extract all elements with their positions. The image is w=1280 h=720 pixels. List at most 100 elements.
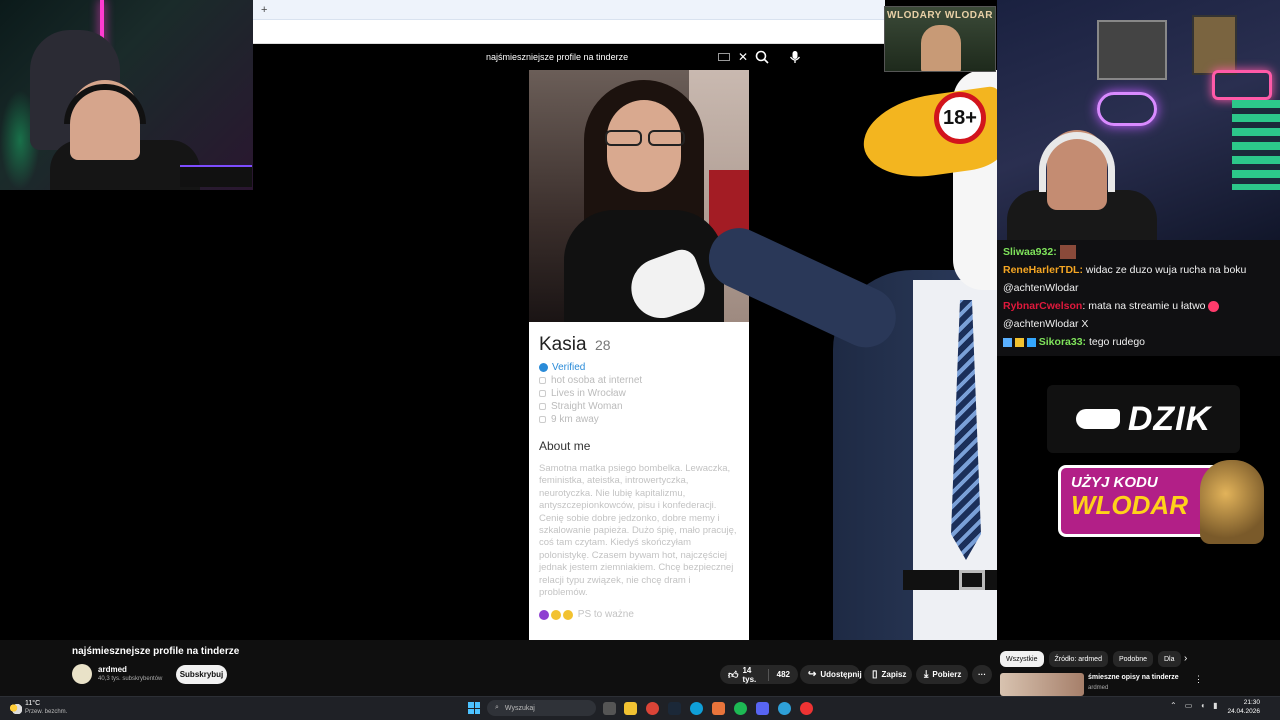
profile-name: Kasia — [539, 334, 587, 355]
share-button[interactable]: ↪ Udostępnij — [800, 665, 862, 684]
keyboard-icon[interactable] — [718, 53, 730, 61]
info-line: hot osoba at internet — [539, 375, 739, 386]
money-emoji-icon — [551, 609, 561, 620]
briefcase-icon — [539, 377, 546, 384]
share-icon: ↪ — [808, 669, 817, 680]
share-label: Udostępnij — [820, 670, 862, 679]
download-icon: ⤓ — [924, 669, 929, 680]
home-icon — [539, 390, 546, 397]
chevron-right-icon[interactable]: › — [1184, 653, 1187, 664]
app-icon[interactable] — [712, 702, 725, 715]
channel-avatar[interactable] — [72, 664, 92, 684]
dislike-count[interactable]: 482 — [777, 670, 790, 679]
chat-message: RybnarCwelson: mata na streamie u łatwo — [1003, 297, 1274, 315]
edge-icon[interactable] — [690, 702, 703, 715]
chat-username: RybnarCwelson — [1003, 300, 1083, 312]
recommendation-title[interactable]: śmieszne opisy na tinderze — [1088, 674, 1179, 681]
chrome-icon[interactable] — [646, 702, 659, 715]
browser-toolbar: + — [253, 0, 885, 44]
chat-message: @achtenWlodar X — [1003, 315, 1274, 333]
tinder-profile-card: Kasia 28 Verified hot osoba at internet … — [529, 70, 749, 640]
keyboard — [180, 165, 252, 187]
dzik-logo-text: DZIK — [1127, 399, 1212, 438]
save-button[interactable]: ▯ Zapisz — [864, 665, 912, 684]
neon-house-icon — [1212, 70, 1272, 100]
network-icon[interactable]: ▭ — [1185, 701, 1193, 710]
kebab-menu-icon[interactable]: ⋮ — [1194, 674, 1203, 685]
search-query: najśmieszniejsze profile na tinderze — [486, 52, 629, 62]
chat-text: @achtenWlodar X — [1003, 318, 1089, 330]
footer-note: PS to ważne — [577, 609, 634, 621]
windows-taskbar: 11°C Przew. bezchm. ⌕ Wyszukaj ⌃ ▭ ◖ ▮ 2… — [0, 696, 1280, 720]
task-view-icon[interactable] — [603, 702, 616, 715]
search-icon[interactable] — [753, 48, 771, 66]
chat-username: Sikora33: — [1038, 336, 1087, 348]
chat-message: ReneHarlerTDL: widac ze duzo wuja rucha … — [1003, 261, 1274, 297]
angel-emoji-icon — [563, 609, 573, 620]
weather-icon[interactable] — [8, 702, 22, 714]
video-player[interactable]: Kasia 28 Verified hot osoba at internet … — [253, 70, 997, 640]
banner-figure — [921, 25, 961, 71]
chevron-up-icon[interactable]: ⌃ — [1170, 701, 1177, 710]
weather-temperature[interactable]: 11°C — [25, 700, 40, 707]
verified-badge: Verified — [539, 362, 739, 373]
about-text: Samotna matka psiego bombelka. Lewaczka,… — [539, 463, 737, 599]
person-icon — [539, 403, 546, 410]
spotify-icon[interactable] — [734, 702, 747, 715]
file-explorer-icon[interactable] — [624, 702, 637, 715]
tab-strip: + — [253, 0, 885, 20]
speaker-icon[interactable]: ◖ — [1200, 701, 1205, 710]
age-restriction-badge: 18+ — [934, 92, 986, 144]
bookmark-icon: ▯ — [872, 669, 878, 680]
verified-label: Verified — [552, 362, 586, 373]
obs-icon[interactable] — [800, 702, 813, 715]
info-text: Straight Woman — [551, 401, 623, 412]
like-count: 14 tys. — [742, 665, 757, 684]
search-icon: ⌕ — [495, 704, 499, 711]
boar-icon — [1075, 409, 1120, 429]
about-title: About me — [539, 439, 591, 453]
dzik-logo: DZIK — [1047, 385, 1240, 453]
channel-name[interactable]: ardmed — [98, 665, 127, 674]
chip-for-you[interactable]: Dla — [1158, 651, 1181, 667]
discord-icon[interactable] — [756, 702, 769, 715]
browser-icon[interactable] — [778, 702, 791, 715]
chip-all[interactable]: Wszystkie — [1000, 651, 1044, 667]
banner-text: WLODARY WLODAR — [887, 10, 993, 21]
emote-icon — [1059, 245, 1076, 260]
chip-source[interactable]: Źródło: ardmed — [1048, 651, 1108, 667]
chip-similar[interactable]: Podobne — [1112, 651, 1153, 667]
weather-description[interactable]: Przew. bezchm. — [25, 709, 67, 715]
stream-chat: Sliwaa932: ReneHarlerTDL: widac ze duzo … — [997, 240, 1280, 356]
profile-age: 28 — [594, 337, 611, 353]
headset-icon — [1039, 132, 1115, 192]
chat-text: : mata na streamie u łatwo — [1082, 300, 1206, 312]
recommendation-thumbnail[interactable] — [1000, 673, 1084, 696]
devil-emoji-icon — [539, 609, 549, 620]
chat-username: Sliwaa932: — [1003, 246, 1057, 258]
heart-emote-icon — [1208, 300, 1220, 312]
system-tray: ⌃ ▭ ◖ ▮ — [1170, 701, 1218, 710]
new-tab-button[interactable]: + — [261, 4, 267, 16]
like-dislike-group[interactable]: 👍︎ 14 tys. 482 — [720, 665, 798, 684]
info-line: Straight Woman — [539, 401, 739, 412]
emoji-line: PS to ważne — [539, 609, 739, 620]
subscribe-button[interactable]: Subskrybuj — [176, 665, 227, 684]
more-actions-button[interactable]: ··· — [972, 665, 992, 684]
battery-icon[interactable]: ▮ — [1213, 701, 1217, 710]
recommendation-channel[interactable]: ardmed — [1088, 685, 1108, 691]
video-title: najśmiesznejsze profile na tinderze — [72, 646, 240, 657]
steam-icon[interactable] — [668, 702, 681, 715]
download-button[interactable]: ⤓ Pobierz — [916, 665, 968, 684]
clock-date[interactable]: 24.04.2026 — [1226, 708, 1260, 715]
clear-search-icon[interactable]: ✕ — [736, 50, 750, 64]
promo-line-1: UŻYJ KODU — [1071, 474, 1158, 491]
recommendation-chips: Wszystkie Źródło: ardmed Podobne Dla — [1000, 651, 1181, 667]
search-input[interactable]: najśmieszniejsze profile na tinderze ✕ — [478, 48, 750, 66]
thumbs-up-icon[interactable]: 👍︎ — [728, 669, 738, 681]
taskbar-search[interactable]: ⌕ Wyszukaj — [487, 700, 596, 716]
microphone-icon[interactable] — [787, 48, 803, 66]
clock-time[interactable]: 21:30 — [1232, 699, 1260, 706]
video-info-bar: najśmiesznejsze profile na tinderze ardm… — [0, 640, 1280, 696]
windows-start-icon[interactable] — [468, 702, 480, 714]
